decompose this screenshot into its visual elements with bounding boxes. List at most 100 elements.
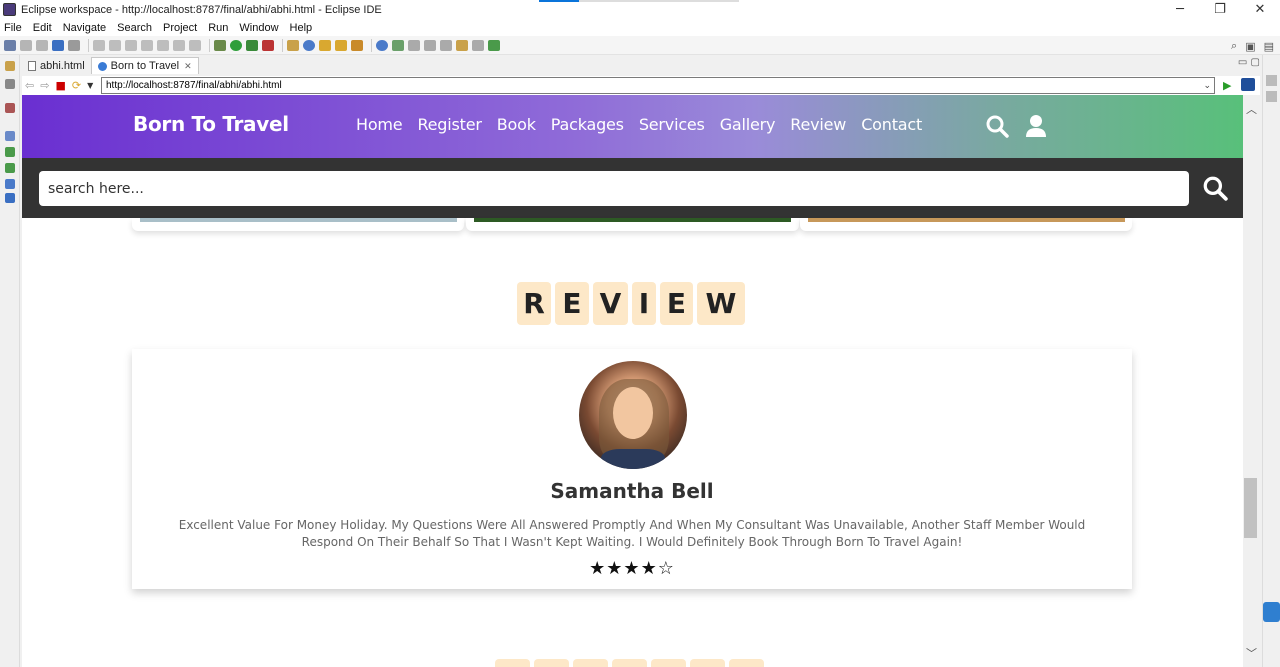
save-all-icon[interactable] [36,39,48,51]
menu-run[interactable]: Run [208,22,228,34]
user-icon[interactable] [1025,114,1047,141]
outline-view-icon[interactable] [1266,75,1277,86]
nav-home[interactable]: Home [356,115,403,134]
heading-letter-tile [495,659,530,667]
go-icon[interactable]: ▶ [1223,79,1231,92]
tab-abhi-html[interactable]: abhi.html [22,57,91,74]
search-icon[interactable]: ⌕ [1231,39,1237,53]
outline-icon[interactable] [5,103,15,113]
back-icon[interactable] [456,39,468,51]
marker-icon[interactable] [351,39,363,51]
nav-book[interactable]: Book [497,115,536,134]
editor-tab-bar: abhi.html Born to Travel ✕ ▭ ▢ [22,57,1260,74]
minimize-button[interactable]: ─ [1160,0,1200,19]
coverage-icon[interactable] [246,39,258,51]
package-card[interactable] [466,218,799,231]
servers-icon[interactable] [5,163,15,173]
console-icon[interactable] [5,179,15,189]
new-class-icon[interactable] [303,39,315,51]
review-text: Excellent Value For Money Holiday. My Qu… [178,518,1086,549]
package-card[interactable] [800,218,1132,231]
step-return-icon[interactable] [189,39,201,51]
reviewer-name: Samantha Bell [550,479,714,503]
refresh-icon[interactable]: ⟳ [72,79,81,92]
properties-icon[interactable] [5,193,15,203]
new-icon[interactable] [4,39,16,51]
scroll-down-icon[interactable]: ﹀ [1246,645,1257,661]
open-folder-icon[interactable] [335,39,347,51]
window-title: Eclipse workspace - http://localhost:878… [21,3,382,16]
search-submit-icon[interactable] [1202,175,1228,204]
java-perspective-icon[interactable]: ▤ [1264,40,1274,53]
url-dropdown-icon[interactable]: ⌄ [1203,78,1211,93]
search-icon[interactable] [985,114,1009,141]
restore-button[interactable]: ❐ [1200,0,1240,19]
annotation-icon[interactable] [408,39,420,51]
stop-icon[interactable]: ■ [55,79,65,92]
terminate-icon[interactable] [125,39,137,51]
forward-arrow-icon[interactable]: ⇨ [40,79,49,92]
skip-breakpoints-icon[interactable] [68,39,80,51]
search-tool-icon[interactable] [392,39,404,51]
nav-services[interactable]: Services [639,115,705,134]
heading-letter-tile [612,659,647,667]
problems-icon[interactable] [5,131,15,141]
menu-window[interactable]: Window [239,22,278,34]
debug-icon[interactable] [214,39,226,51]
teamviewer-icon[interactable] [1263,602,1280,622]
nav-review[interactable]: Review [790,115,846,134]
heading-letter: V [593,282,628,325]
scrollbar-thumb[interactable] [1244,478,1257,538]
nav-gallery[interactable]: Gallery [720,115,776,134]
heading-letter-tile [729,659,764,667]
tab-born-to-travel[interactable]: Born to Travel ✕ [90,57,199,74]
step-into-icon[interactable] [157,39,169,51]
last-edit-icon[interactable] [440,39,452,51]
save-icon[interactable] [20,39,32,51]
run-icon[interactable] [230,39,242,51]
task-list-icon[interactable] [1266,91,1277,102]
star-rating: ★★★★☆ [589,558,675,579]
heading-letter-tile [534,659,569,667]
restore-view-icon[interactable] [5,79,15,89]
forward-icon[interactable] [472,39,484,51]
tasks-icon[interactable] [5,147,15,157]
scroll-up-icon[interactable]: ︿ [1246,101,1257,117]
close-window-button[interactable]: ✕ [1240,0,1280,19]
next-annotation-icon[interactable] [424,39,436,51]
vertical-scrollbar[interactable]: ︿ ﹀ [1243,95,1260,667]
nav-packages[interactable]: Packages [551,115,624,134]
url-input[interactable]: http://localhost:8787/final/abhi/abhi.ht… [101,77,1215,94]
external-tools-icon[interactable] [262,39,274,51]
back-arrow-icon[interactable]: ⇦ [25,79,34,92]
globe-icon[interactable] [376,39,388,51]
terminal-icon[interactable] [52,39,64,51]
open-perspective-icon[interactable]: ▣ [1245,40,1255,53]
card-image [474,218,791,222]
close-tab-icon[interactable]: ✕ [184,61,192,72]
toolbar-separator [371,38,372,52]
resume-icon[interactable] [93,39,105,51]
suspend-icon[interactable] [109,39,121,51]
menu-help[interactable]: Help [290,22,313,34]
pin-editor-icon[interactable] [488,39,500,51]
menu-search[interactable]: Search [117,22,152,34]
heading-letter: R [517,282,551,325]
step-over-icon[interactable] [173,39,185,51]
new-package-icon[interactable] [287,39,299,51]
menu-edit[interactable]: Edit [33,22,52,34]
chevron-down-icon[interactable]: ▼ [87,81,93,90]
menu-navigate[interactable]: Navigate [63,22,106,34]
disconnect-icon[interactable] [141,39,153,51]
open-type-icon[interactable] [319,39,331,51]
package-explorer-icon[interactable] [5,61,15,71]
package-card[interactable] [132,218,464,231]
site-search-input[interactable] [39,171,1189,206]
menu-file[interactable]: File [4,22,22,34]
menu-project[interactable]: Project [163,22,197,34]
open-external-icon[interactable] [1241,78,1255,91]
minimize-maximize-icon[interactable]: ▭ ▢ [1238,57,1260,68]
site-logo[interactable]: Born To Travel [133,112,289,136]
nav-contact[interactable]: Contact [861,115,922,134]
nav-register[interactable]: Register [417,115,481,134]
